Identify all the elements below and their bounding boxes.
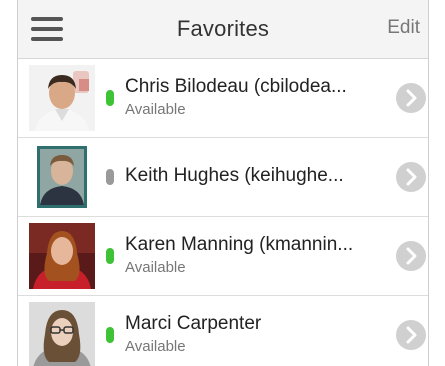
contact-name: Karen Manning (kmannin... xyxy=(125,234,354,255)
contact-row[interactable]: Keith Hughes (keihughe... xyxy=(18,138,428,217)
contact-name: Marci Carpenter xyxy=(125,313,262,334)
app-window: Favorites Edit Chris Bilodeau (cbilodea.… xyxy=(17,0,429,366)
edit-button[interactable]: Edit xyxy=(387,17,420,39)
presence-indicator xyxy=(106,90,114,106)
contact-row[interactable]: Marci Carpenter Available xyxy=(18,296,428,366)
contact-status-text: Available xyxy=(125,101,186,118)
presence-indicator xyxy=(106,248,114,264)
contact-status-text: Available xyxy=(125,338,186,355)
avatar xyxy=(29,65,95,131)
contact-name: Chris Bilodeau (cbilodea... xyxy=(125,76,347,97)
header-bar: Favorites Edit xyxy=(18,0,428,59)
chevron-right-icon[interactable] xyxy=(396,83,426,113)
presence-indicator xyxy=(106,169,114,185)
avatar xyxy=(29,223,95,289)
presence-indicator xyxy=(106,327,114,343)
avatar xyxy=(29,302,95,366)
chevron-right-icon[interactable] xyxy=(396,241,426,271)
chevron-right-icon[interactable] xyxy=(396,320,426,350)
chevron-right-icon[interactable] xyxy=(396,162,426,192)
avatar xyxy=(29,144,95,210)
contact-name: Keith Hughes (keihughe... xyxy=(125,165,344,186)
favorites-list: Chris Bilodeau (cbilodea... Available Ke… xyxy=(18,59,428,366)
page-title: Favorites xyxy=(176,16,270,41)
contact-row[interactable]: Karen Manning (kmannin... Available xyxy=(18,217,428,296)
contact-row[interactable]: Chris Bilodeau (cbilodea... Available xyxy=(18,59,428,138)
contact-status-text: Available xyxy=(125,259,186,276)
